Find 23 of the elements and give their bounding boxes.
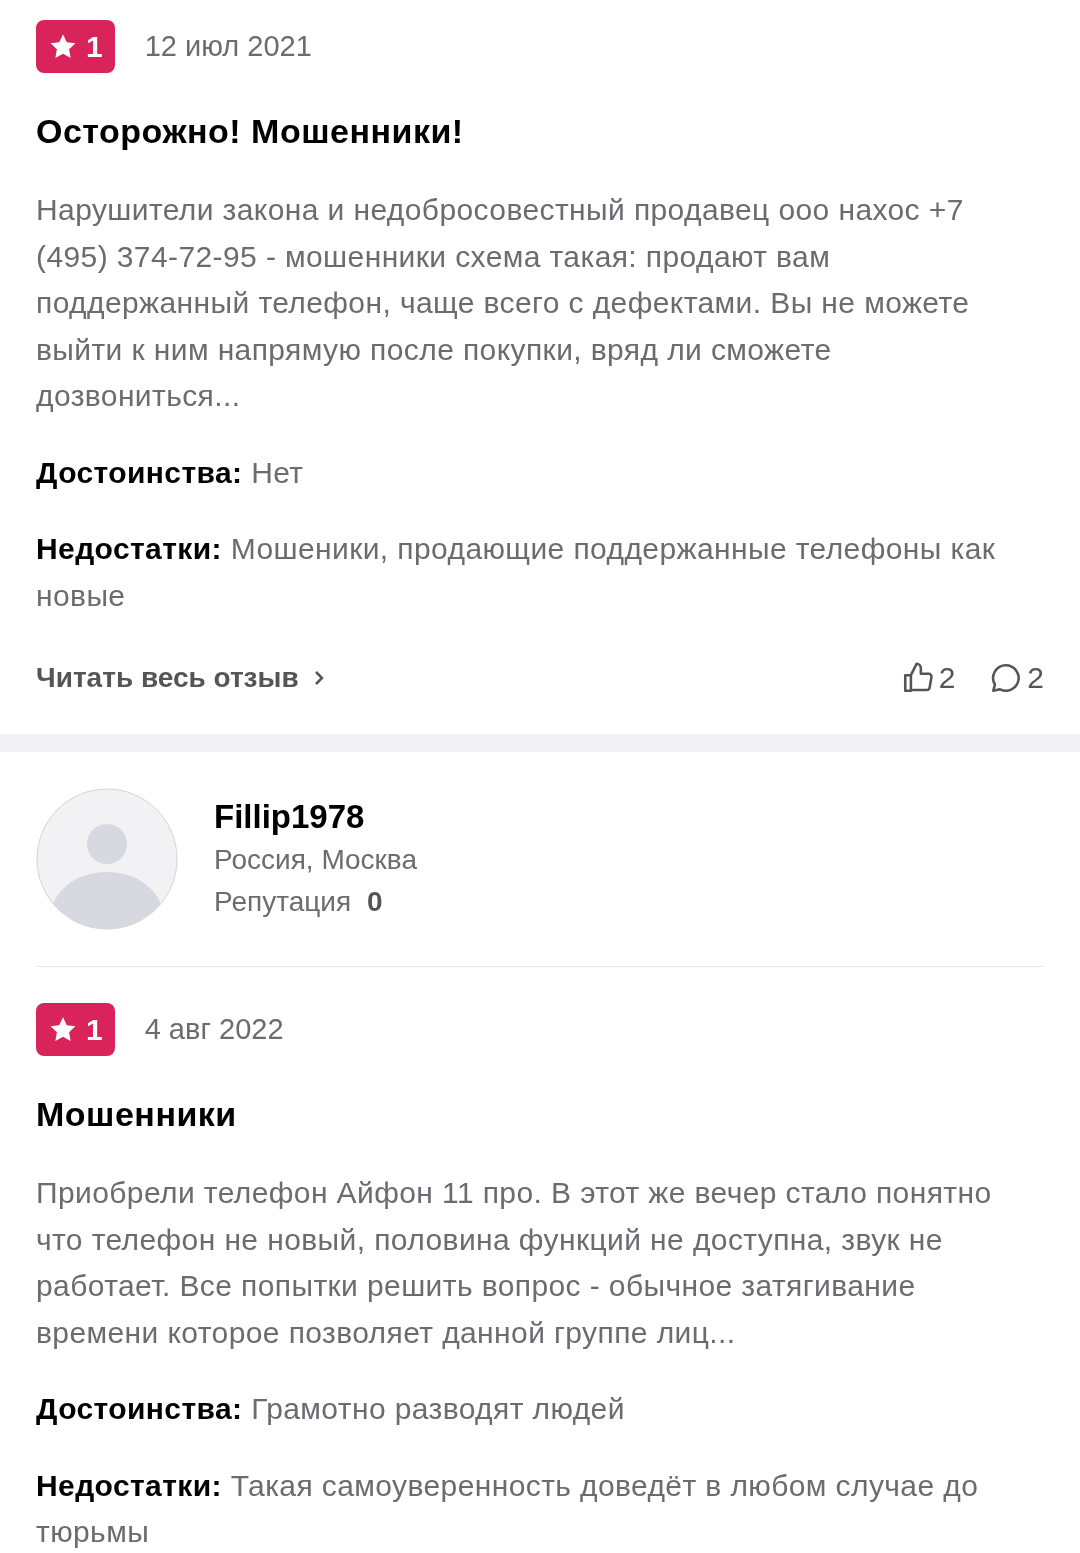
review-text: Приобрели телефон Айфон 11 про. В этот же вечер стало понятно что телефон не новый, половина функций не доступна, звук не работает. Все попытки решить вопрос - обычное затягивание времени которое позволяет данной группе лиц... xyxy=(36,1175,993,1351)
cons-text: Недостатки: Такая самоуверенность доведёт в любом случае до тюрьмы xyxy=(36,1467,980,1550)
pros-text: Достоинства: Грамотно разводят людей xyxy=(36,1391,626,1427)
star-icon xyxy=(48,32,78,61)
reputation-value: 0 xyxy=(367,885,383,919)
read-full-review-link[interactable]: Читать весь отзыв xyxy=(36,656,325,699)
like-button[interactable]: 2 xyxy=(900,655,956,700)
cons-text: Недостатки: Мошеники, продающие поддержанные телефоны как новые xyxy=(36,531,997,614)
pros-text: Достоинства: Нет xyxy=(36,454,305,491)
review-text: Нарушители закона и недобросовестный продавец ооо нахос +7 (495) 374-72-95 - мошенники схема такая: продают вам поддержанный телефон, чаще всего с дефектами. Вы не можете выйти к ним напрямую после покупки, вряд ли сможете дозвониться... xyxy=(36,192,971,414)
review-date: 4 авг 2022 xyxy=(144,1011,284,1047)
chevron-right-icon xyxy=(312,668,325,687)
review-title: Осторожно! Мошенники! xyxy=(36,111,465,152)
avatar-icon xyxy=(36,788,178,930)
comments-button[interactable]: 2 xyxy=(989,655,1044,700)
author-name[interactable]: Fillip1978 xyxy=(214,795,417,839)
author-location: Россия, Москва xyxy=(214,843,417,877)
rating-badge: 1 xyxy=(36,1003,115,1056)
rating-badge: 1 xyxy=(36,20,115,73)
reputation-label: Репутация xyxy=(214,885,352,919)
review-date: 12 июл 2021 xyxy=(144,28,312,64)
review-title: Мошенники xyxy=(36,1094,238,1135)
star-icon xyxy=(48,1015,78,1044)
